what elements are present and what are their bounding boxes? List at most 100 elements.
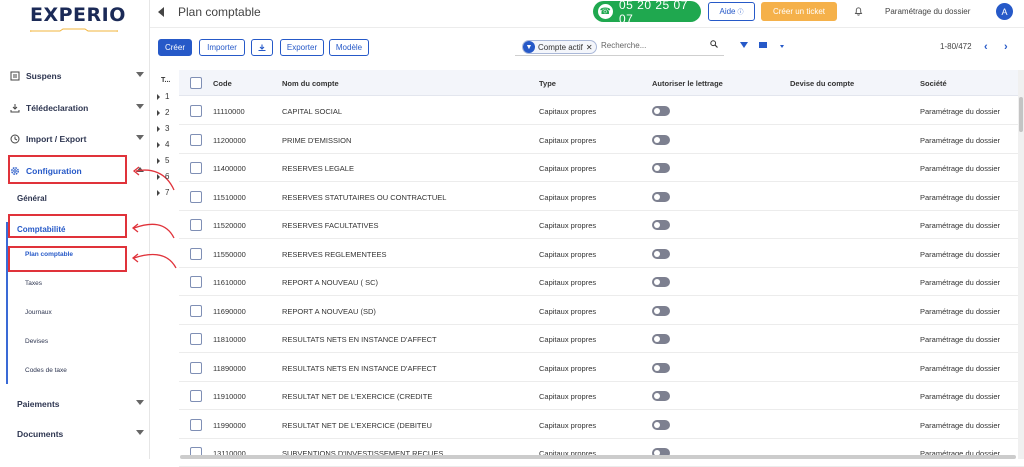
chevron-left-icon[interactable]: ‹ <box>984 41 988 53</box>
column-header-societe[interactable]: Société <box>920 79 947 88</box>
lettrage-toggle[interactable] <box>652 191 670 202</box>
row-checkbox[interactable] <box>190 219 202 231</box>
lettrage-toggle[interactable] <box>652 248 670 259</box>
table-row[interactable]: 11910000 RESULTAT NET DE L'EXERCICE (CRED… <box>179 382 1024 410</box>
sidebar-item-suspens[interactable]: Suspens <box>10 69 146 83</box>
column-header-lettrage[interactable]: Autoriser le lettrage <box>652 79 723 88</box>
lettrage-toggle[interactable] <box>652 305 670 316</box>
column-header-code[interactable]: Code <box>213 79 232 88</box>
column-header-type[interactable]: Type <box>539 79 556 88</box>
sidebar-item-teledeclaration[interactable]: Télédeclaration <box>10 101 146 115</box>
settings-link[interactable]: Paramétrage du dossier <box>885 7 970 16</box>
vertical-scrollbar-thumb[interactable] <box>1019 97 1023 132</box>
filter-icon[interactable] <box>740 42 748 48</box>
sidebar-item-general[interactable]: Général <box>17 194 47 203</box>
lettrage-toggle[interactable] <box>652 391 670 401</box>
lettrage-toggle[interactable] <box>652 106 670 116</box>
back-icon[interactable] <box>158 7 164 17</box>
table-row[interactable]: 11110000 CAPITAL SOCIAL Capitaux propres Pa… <box>179 97 1024 125</box>
row-checkbox[interactable] <box>190 276 202 288</box>
filter-facet[interactable]: ▼ Compte actif ✕ <box>522 40 597 54</box>
tree-node[interactable]: 1 <box>157 92 169 101</box>
sidebar-item-devises[interactable]: Devises <box>25 338 48 345</box>
create-button[interactable]: Créer <box>158 39 192 56</box>
highlight-box-comptabilite <box>8 214 127 238</box>
table-row[interactable]: 11810000 RESULTATS NETS EN INSTANCE D'AFF… <box>179 325 1024 353</box>
table-row[interactable]: 11690000 REPORT A NOUVEAU (SD) Capitaux pr… <box>179 297 1024 325</box>
table-row[interactable]: 11400000 RESERVES LEGALE Capitaux propres P… <box>179 154 1024 182</box>
sidebar-item-import-export[interactable]: Import / Export <box>10 132 146 146</box>
caret-down-icon[interactable] <box>780 45 784 48</box>
lettrage-toggle[interactable] <box>652 134 670 145</box>
lettrage-toggle[interactable] <box>652 362 670 373</box>
pager-value[interactable]: 1-80/472 <box>940 42 972 51</box>
create-ticket-button[interactable]: Créer un ticket <box>761 2 837 21</box>
cell-name: RESULTAT NET DE L'EXERCICE (DEBITEU <box>282 420 432 430</box>
tree-node[interactable]: 2 <box>157 108 169 117</box>
phone-button[interactable]: ☎ 05 20 25 07 07 <box>593 0 701 26</box>
table-row[interactable]: 11550000 RESERVES REGLEMENTEES Capitaux pr… <box>179 240 1024 268</box>
cell-name: REPORT A NOUVEAU (SD) <box>282 306 376 316</box>
row-checkbox[interactable] <box>190 162 202 174</box>
sidebar-item-codes-de-taxe[interactable]: Codes de taxe <box>25 367 67 374</box>
list-view-icon[interactable] <box>759 42 767 48</box>
horizontal-scrollbar[interactable] <box>180 455 1016 459</box>
cell-code: 11550000 <box>213 249 246 259</box>
row-checkbox[interactable] <box>190 333 202 345</box>
tree-node[interactable]: 6 <box>157 172 169 181</box>
tree-node[interactable]: 5 <box>157 156 169 165</box>
search-icon[interactable] <box>710 40 718 50</box>
caret-right-icon <box>157 157 160 164</box>
row-checkbox[interactable] <box>190 133 202 146</box>
row-checkbox[interactable] <box>190 418 202 431</box>
chevron-right-icon[interactable]: › <box>1004 41 1008 53</box>
table-row[interactable]: 11510000 RESERVES STATUTAIRES OU CONTRACT… <box>179 183 1024 211</box>
tree-node-label: 1 <box>165 92 170 101</box>
download-button[interactable] <box>251 39 273 56</box>
column-header-devise[interactable]: Devise du compte <box>790 79 854 88</box>
chevron-down-icon <box>136 400 144 405</box>
sidebar-item-documents[interactable]: Documents <box>17 427 146 441</box>
lettrage-toggle[interactable] <box>652 277 670 287</box>
table-row[interactable]: 11990000 RESULTAT NET DE L'EXERCICE (DEBI… <box>179 411 1024 439</box>
lettrage-toggle[interactable] <box>652 220 670 230</box>
cell-code: 11890000 <box>213 363 246 373</box>
select-all-checkbox[interactable] <box>190 77 202 89</box>
row-checkbox[interactable] <box>190 390 202 402</box>
model-button[interactable]: Modèle <box>329 39 369 56</box>
row-checkbox[interactable] <box>190 247 202 260</box>
table-row[interactable]: 11200000 PRIME D'EMISSION Capitaux propres… <box>179 126 1024 154</box>
bell-icon[interactable] <box>854 6 863 19</box>
search-input[interactable]: Recherche... <box>601 41 646 50</box>
row-checkbox[interactable] <box>190 105 202 117</box>
tree-node[interactable]: 3 <box>157 124 169 133</box>
search-bar[interactable]: ▼ Compte actif ✕ Recherche... <box>515 38 724 56</box>
annotation-arrows <box>131 166 177 269</box>
close-icon[interactable]: ✕ <box>586 43 593 52</box>
cell-company: Paramétrage du dossier <box>920 420 1001 430</box>
help-button[interactable]: Aide ⓘ <box>708 2 755 21</box>
table-row[interactable]: 11520000 RESERVES FACULTATIVES Capitaux pr… <box>179 211 1024 239</box>
chevron-down-icon <box>136 72 144 77</box>
tree-node[interactable]: 4 <box>157 140 169 149</box>
column-header-name[interactable]: Nom du compte <box>282 79 339 88</box>
lettrage-toggle[interactable] <box>652 334 670 344</box>
row-checkbox[interactable] <box>190 190 202 203</box>
table-row[interactable]: 11890000 RESULTATS NETS EN INSTANCE D'AFF… <box>179 354 1024 382</box>
lettrage-toggle[interactable] <box>652 163 670 173</box>
table-row[interactable]: 13110000 SUBVENTIONS D'INVESTISSEMENT REC… <box>179 439 1024 467</box>
row-checkbox[interactable] <box>190 361 202 374</box>
import-button[interactable]: Importer <box>199 39 245 56</box>
cell-company: Paramétrage du dossier <box>920 107 1001 116</box>
cell-company: Paramétrage du dossier <box>920 221 1001 230</box>
sidebar-item-journaux[interactable]: Journaux <box>25 309 52 316</box>
avatar[interactable]: A <box>996 3 1013 20</box>
logo-circuit-icon <box>30 28 118 32</box>
export-button[interactable]: Exporter <box>280 39 324 56</box>
table-row[interactable]: 11610000 REPORT A NOUVEAU ( SC) Capitaux p… <box>179 268 1024 296</box>
lettrage-toggle[interactable] <box>652 419 670 430</box>
tree-node[interactable]: 7 <box>157 188 169 197</box>
sidebar-item-taxes[interactable]: Taxes <box>25 280 42 287</box>
row-checkbox[interactable] <box>190 304 202 317</box>
sidebar-item-paiements[interactable]: Paiements <box>17 397 146 411</box>
